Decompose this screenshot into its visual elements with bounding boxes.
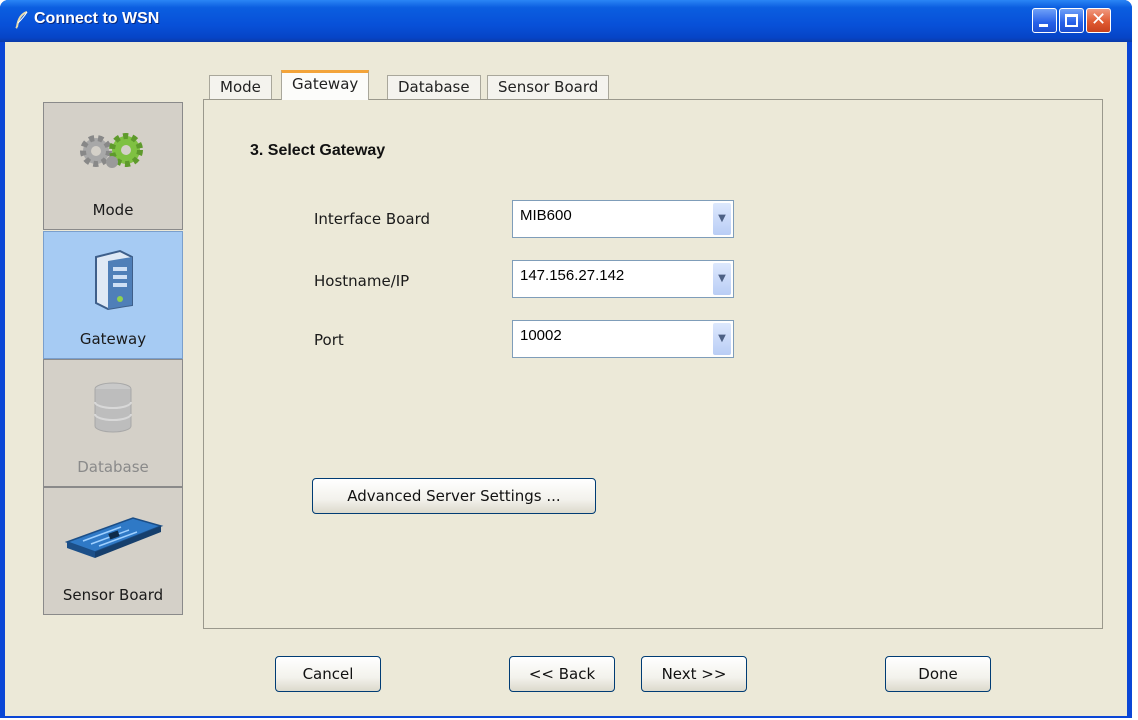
hostname-dropdown[interactable]: 147.156.27.142 ▼ [512, 260, 734, 298]
close-icon: ✕ [1090, 9, 1107, 30]
title-bar[interactable]: Connect to WSN ✕ [0, 0, 1132, 42]
chevron-down-icon[interactable]: ▼ [713, 203, 731, 235]
step-database[interactable]: Database [43, 359, 183, 487]
step-database-label: Database [77, 458, 149, 476]
interface-board-dropdown[interactable]: MIB600 ▼ [512, 200, 734, 238]
step-gateway-label: Gateway [79, 330, 147, 348]
gears-icon [44, 121, 182, 181]
minimize-icon [1039, 24, 1048, 27]
maximize-button[interactable] [1059, 8, 1084, 33]
interface-board-value: MIB600 [520, 207, 572, 224]
back-button[interactable]: << Back [509, 656, 615, 692]
advanced-server-settings-button[interactable]: Advanced Server Settings ... [312, 478, 596, 514]
window-client-area: Mode Gateway Database Sensor Board Mode … [5, 42, 1127, 716]
tab-sensor-board[interactable]: Sensor Board [487, 75, 610, 99]
maximize-icon [1065, 14, 1078, 27]
step-mode[interactable]: Mode [43, 102, 183, 230]
chevron-down-icon[interactable]: ▼ [713, 263, 731, 295]
step-mode-label: Mode [92, 201, 134, 219]
tab-gateway[interactable]: Gateway [281, 70, 370, 100]
step-sensor-board[interactable]: Sensor Board [43, 487, 183, 615]
close-button[interactable]: ✕ [1086, 8, 1111, 33]
panel-heading: 3. Select Gateway [250, 142, 386, 159]
window-title: Connect to WSN [34, 10, 160, 27]
port-dropdown[interactable]: 10002 ▼ [512, 320, 734, 358]
step-gateway[interactable]: Gateway [43, 231, 183, 359]
hostname-label: Hostname/IP [314, 272, 410, 290]
circuit-board-icon [44, 506, 182, 566]
chevron-down-icon[interactable]: ▼ [713, 323, 731, 355]
connect-wsn-window: Connect to WSN ✕ Mode Gateway Database S… [0, 0, 1132, 718]
step-sensor-board-label: Sensor Board [62, 586, 164, 604]
done-button[interactable]: Done [885, 656, 991, 692]
interface-board-label: Interface Board [314, 210, 431, 228]
port-value: 10002 [520, 327, 562, 344]
tab-mode[interactable]: Mode [209, 75, 272, 99]
database-icon [44, 378, 182, 438]
next-button[interactable]: Next >> [641, 656, 747, 692]
hostname-value: 147.156.27.142 [520, 267, 625, 284]
minimize-button[interactable] [1032, 8, 1057, 33]
port-label: Port [314, 331, 344, 349]
server-icon [44, 249, 182, 311]
tab-database[interactable]: Database [387, 75, 481, 99]
gateway-panel: 3. Select Gateway Interface Board MIB600… [203, 99, 1103, 629]
cancel-button[interactable]: Cancel [275, 656, 381, 692]
feather-icon [14, 11, 30, 29]
